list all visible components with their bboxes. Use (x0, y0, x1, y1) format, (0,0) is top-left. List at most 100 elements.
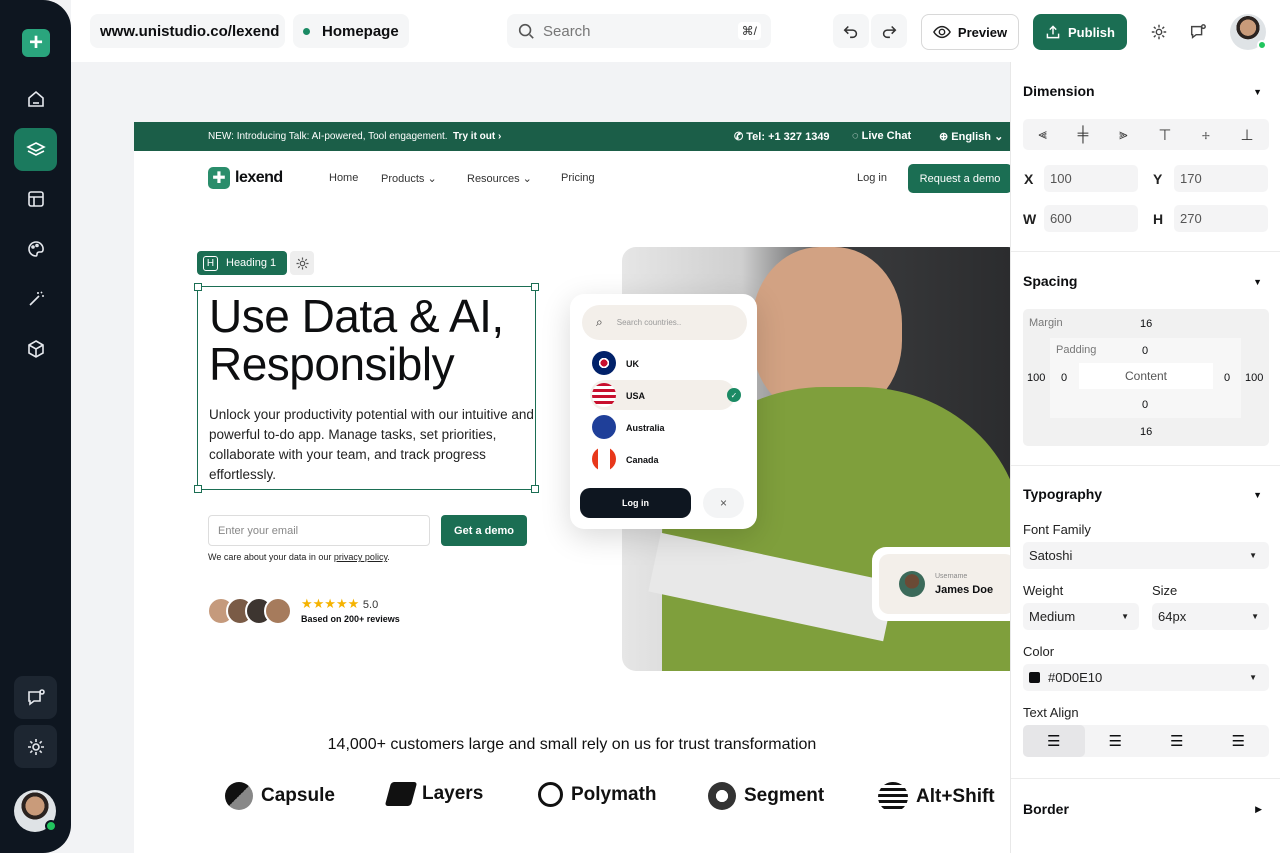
caret-down-icon[interactable]: ▼ (1253, 490, 1262, 500)
nav-home[interactable]: Home (329, 172, 358, 184)
layout-icon[interactable] (14, 177, 57, 220)
logo-layers: Layers (384, 782, 483, 806)
request-demo-button[interactable]: Request a demo (908, 164, 1012, 193)
align-text-left-icon[interactable]: ☰ (1023, 725, 1085, 757)
align-text-center-icon[interactable]: ☰ (1085, 725, 1147, 757)
brand-logo-icon[interactable]: ✚ (208, 167, 230, 189)
color-select[interactable]: #0D0E10 ▼ (1023, 664, 1269, 691)
caret-right-icon[interactable]: ▶ (1255, 804, 1262, 815)
comments-button[interactable] (1186, 20, 1210, 44)
font-family-select[interactable]: Satoshi ▼ (1023, 542, 1269, 569)
padding-top[interactable]: 0 (1142, 345, 1148, 357)
margin-right[interactable]: 100 (1245, 372, 1263, 384)
divider (1011, 251, 1280, 252)
resize-handle[interactable] (194, 283, 202, 291)
border-title[interactable]: Border (1023, 801, 1069, 817)
gear-icon[interactable] (14, 725, 57, 768)
box-model-editor: Margin 16 16 100 100 Padding 0 0 0 0 Con… (1023, 309, 1269, 446)
phone-link[interactable]: ✆ Tel: +1 327 1349 (734, 130, 830, 143)
margin-bottom[interactable]: 16 (1140, 426, 1152, 438)
email-input[interactable]: Enter your email (208, 515, 430, 546)
language-selector[interactable]: ⊕ English ⌄ (939, 130, 1003, 143)
user-name: James Doe (935, 584, 994, 596)
login-link[interactable]: Log in (857, 172, 887, 184)
country-item[interactable]: Canada (570, 444, 757, 474)
user-card-avatar (899, 571, 925, 597)
user-card: Username James Doe (872, 547, 1022, 621)
padding-bottom[interactable]: 0 (1142, 399, 1148, 411)
heading-icon: H (203, 255, 218, 271)
weight-select[interactable]: Medium ▼ (1023, 603, 1139, 630)
country-search-input[interactable]: ⌕ Search countries.. (582, 305, 747, 340)
home-icon[interactable] (14, 77, 57, 120)
margin-top[interactable]: 16 (1140, 318, 1152, 330)
hero-heading[interactable]: Use Data & AI, Responsibly (209, 292, 504, 388)
align-center-horizontal-icon[interactable]: ╪ (1078, 126, 1089, 143)
x-input[interactable]: 100 (1044, 165, 1138, 192)
typography-title[interactable]: Typography (1023, 486, 1102, 502)
card-login-button[interactable]: Log in (580, 488, 691, 518)
publish-button[interactable]: Publish (1033, 14, 1127, 50)
hero-body: Unlock your productivity potential with … (209, 407, 534, 482)
rating-note: Based on 200+ reviews (301, 614, 400, 624)
nav-pricing[interactable]: Pricing (561, 172, 595, 184)
preview-button[interactable]: Preview (921, 14, 1019, 50)
gear-icon (1151, 24, 1167, 40)
cube-icon[interactable] (14, 327, 57, 370)
caret-down-icon[interactable]: ▼ (1253, 277, 1262, 287)
align-text-justify-icon[interactable]: ☰ (1208, 725, 1270, 757)
selection-label[interactable]: H Heading 1 (197, 251, 287, 275)
align-middle-vertical-icon[interactable]: ⧾ (1202, 126, 1210, 143)
live-chat-link[interactable]: ◌ Live Chat (852, 130, 911, 142)
search-icon (518, 23, 534, 39)
padding-right[interactable]: 0 (1224, 372, 1230, 384)
privacy-link[interactable]: privacy policy (334, 552, 387, 562)
page-name: Homepage (322, 22, 399, 40)
palette-icon[interactable] (14, 227, 57, 270)
width-input[interactable]: 600 (1044, 205, 1138, 232)
padding-left[interactable]: 0 (1061, 372, 1067, 384)
close-icon[interactable]: × (703, 488, 744, 518)
settings-button[interactable] (1147, 20, 1171, 44)
align-right-icon[interactable]: ⫸ (1119, 126, 1127, 143)
align-bottom-icon[interactable]: ⊥ (1240, 126, 1253, 144)
resize-handle[interactable] (194, 485, 202, 493)
margin-left[interactable]: 100 (1027, 372, 1045, 384)
resize-handle[interactable] (531, 283, 539, 291)
app-logo[interactable]: + (22, 29, 50, 57)
element-settings-button[interactable] (290, 251, 314, 275)
country-item[interactable]: Australia (570, 412, 757, 442)
brand-name: lexend (235, 169, 283, 186)
font-family-label: Font Family (1023, 522, 1091, 537)
layers-icon[interactable] (14, 128, 57, 171)
align-top-icon[interactable]: ⊤ (1158, 126, 1171, 144)
get-demo-button[interactable]: Get a demo (441, 515, 527, 546)
y-input[interactable]: 170 (1174, 165, 1268, 192)
dimension-title[interactable]: Dimension (1023, 83, 1095, 99)
divider (1011, 465, 1280, 466)
caret-down-icon[interactable]: ▼ (1253, 87, 1262, 97)
size-select[interactable]: 64px ▼ (1152, 603, 1269, 630)
announcement-link[interactable]: Try it out › (453, 131, 501, 142)
undo-icon (843, 25, 858, 39)
redo-button[interactable] (871, 14, 907, 48)
search-placeholder: Search (543, 22, 591, 40)
height-input[interactable]: 270 (1174, 205, 1268, 232)
spacing-title[interactable]: Spacing (1023, 273, 1077, 289)
magic-wand-icon[interactable] (14, 277, 57, 320)
nav-resources[interactable]: Resources ⌄ (467, 172, 532, 185)
nav-products[interactable]: Products ⌄ (381, 172, 437, 185)
country-item[interactable]: USA ✓ (570, 380, 757, 410)
align-text-right-icon[interactable]: ☰ (1146, 725, 1208, 757)
search-input[interactable]: Search ⌘/ (507, 14, 771, 48)
online-status-dot (1257, 40, 1267, 50)
announcement-text: NEW: Introducing Talk: AI-powered, Tool … (208, 131, 448, 142)
logo-capsule: Capsule (225, 782, 335, 810)
undo-button[interactable] (833, 14, 869, 48)
align-left-icon[interactable]: ⫷ (1038, 126, 1046, 143)
chat-icon[interactable] (14, 676, 57, 719)
page-selector[interactable]: Homepage (293, 14, 409, 48)
site-url[interactable]: www.unistudio.co/lexend (90, 14, 285, 48)
resize-handle[interactable] (531, 485, 539, 493)
country-item[interactable]: UK (570, 348, 757, 378)
